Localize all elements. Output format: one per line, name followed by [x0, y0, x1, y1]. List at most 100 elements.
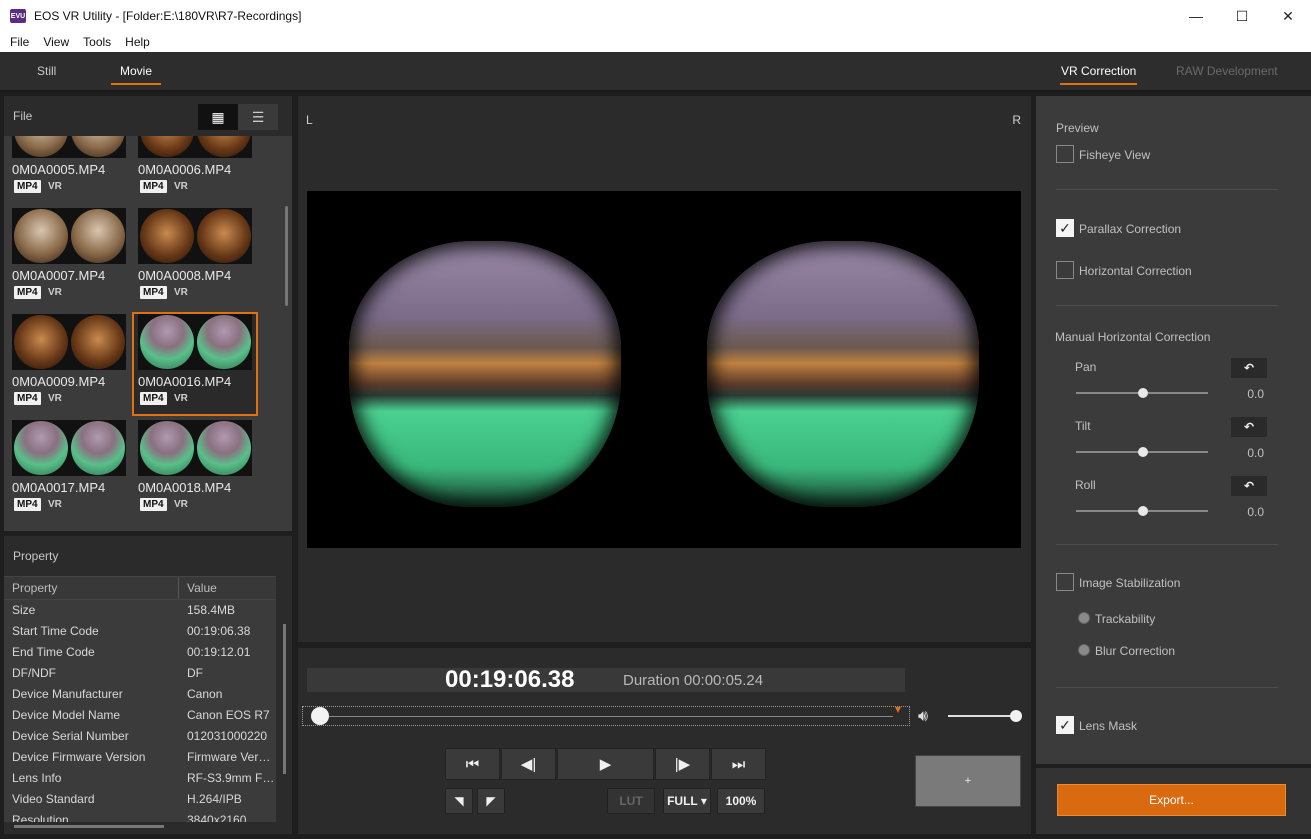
duration-label: Duration 00:00:05.24: [623, 672, 764, 689]
menu-view[interactable]: View: [36, 35, 76, 49]
column-header-value[interactable]: Value: [179, 577, 276, 599]
file-thumbnail[interactable]: 0M0A0008.MP4 MP4 VR: [134, 208, 256, 308]
blur-correction-radio: [1078, 644, 1090, 656]
file-name: 0M0A0007.MP4: [12, 268, 106, 283]
vr-icon: VR: [174, 393, 188, 404]
property-value: Firmware Versi...: [187, 750, 276, 764]
mp4-badge: MP4: [140, 286, 167, 299]
thumbnail-image: [138, 420, 252, 476]
roll-slider-handle[interactable]: [1138, 506, 1148, 516]
file-thumbnail[interactable]: 0M0A0017.MP4 MP4 VR: [8, 420, 130, 520]
vr-correction-panel: Preview Fisheye View ✓ Parallax Correcti…: [1036, 96, 1311, 764]
volume-track[interactable]: [948, 715, 1016, 717]
navigator-thumbnail[interactable]: +: [915, 755, 1021, 807]
table-row: Size 158.4MB: [4, 600, 276, 621]
tab-still[interactable]: Still: [37, 64, 56, 83]
volume-icon[interactable]: 🔊︎: [918, 708, 928, 726]
trackability-radio: [1078, 612, 1090, 624]
horizontal-correction-checkbox[interactable]: [1056, 261, 1074, 279]
zoom-button[interactable]: 100%: [717, 788, 765, 814]
list-view-button[interactable]: ☰: [238, 104, 278, 130]
roll-label: Roll: [1075, 478, 1096, 492]
file-thumbnail-selected[interactable]: 0M0A0016.MP4 MP4 VR: [132, 312, 258, 416]
file-name: 0M0A0018.MP4: [138, 480, 232, 495]
table-row: Device Serial Number 012031000220: [4, 726, 276, 747]
property-key: Size: [12, 603, 36, 617]
mp4-badge: MP4: [14, 180, 41, 193]
window-title: EOS VR Utility - [Folder:E:\180VR\R7-Rec…: [34, 9, 302, 23]
file-scrollbar[interactable]: [285, 206, 288, 306]
file-thumbnail[interactable]: 0M0A0018.MP4 MP4 VR: [134, 420, 256, 520]
divider: [1056, 189, 1278, 190]
mark-in-button[interactable]: ◥: [445, 788, 473, 814]
property-key: Start Time Code: [12, 624, 99, 638]
grid-view-button[interactable]: ▦: [198, 104, 238, 130]
grid-icon: ▦: [211, 108, 225, 125]
tilt-slider-handle[interactable]: [1138, 447, 1148, 457]
property-key: End Time Code: [12, 645, 95, 659]
property-horizontal-scrollbar[interactable]: [14, 825, 164, 828]
property-value: 012031000220: [187, 729, 268, 743]
go-to-end-button[interactable]: ⏭: [711, 748, 766, 780]
video-preview[interactable]: [307, 191, 1021, 548]
pan-slider-handle[interactable]: [1138, 388, 1148, 398]
previous-frame-button[interactable]: ◀|: [501, 748, 556, 780]
play-button[interactable]: ▶: [557, 748, 654, 780]
file-thumbnail[interactable]: 0M0A0009.MP4 MP4 VR: [8, 314, 130, 414]
thumbnail-image: [138, 136, 252, 158]
file-thumbnail[interactable]: 0M0A0006.MP4 MP4 VR: [134, 136, 256, 202]
mark-out-button[interactable]: ◤: [477, 788, 505, 814]
table-row: Video Standard H.264/IPB: [4, 789, 276, 810]
property-key: Device Firmware Version: [12, 750, 146, 764]
file-thumbnail[interactable]: 0M0A0007.MP4 MP4 VR: [8, 208, 130, 308]
maximize-button[interactable]: ☐: [1219, 0, 1265, 32]
left-eye-image: [349, 241, 621, 507]
file-name: 0M0A0009.MP4: [12, 374, 106, 389]
property-key: Device Manufacturer: [12, 687, 123, 701]
roll-value: 0.0: [1247, 505, 1264, 519]
column-header-property[interactable]: Property: [4, 577, 179, 599]
mode-bar: Still Movie VR Correction RAW Developmen…: [0, 52, 1311, 92]
menu-file[interactable]: File: [3, 35, 36, 49]
mp4-badge: MP4: [14, 498, 41, 511]
seek-bar[interactable]: [302, 706, 910, 726]
go-to-start-button[interactable]: ⏮: [445, 748, 500, 780]
divider: [1056, 687, 1278, 688]
property-value: 00:19:12.01: [187, 645, 251, 659]
property-key: Device Serial Number: [12, 729, 129, 743]
parallax-correction-checkbox[interactable]: ✓: [1056, 219, 1074, 237]
lens-mask-checkbox[interactable]: ✓: [1056, 716, 1074, 734]
table-row: Device Model Name Canon EOS R7: [4, 705, 276, 726]
tab-vr-correction[interactable]: VR Correction: [1060, 64, 1138, 85]
volume-handle[interactable]: [1010, 710, 1022, 722]
tab-movie[interactable]: Movie: [111, 64, 162, 85]
file-name: 0M0A0016.MP4: [138, 374, 232, 389]
pan-value: 0.0: [1247, 387, 1264, 401]
menu-help[interactable]: Help: [118, 35, 157, 49]
vr-icon: VR: [48, 181, 62, 192]
menu-tools[interactable]: Tools: [76, 35, 118, 49]
table-row: Device Manufacturer Canon: [4, 684, 276, 705]
property-value: DF: [187, 666, 203, 680]
roll-reset-button[interactable]: ↶: [1231, 476, 1267, 496]
next-frame-button[interactable]: |▶: [655, 748, 710, 780]
tab-raw-development: RAW Development: [1176, 64, 1278, 78]
lens-mask-label: Lens Mask: [1079, 719, 1138, 733]
file-thumbnail[interactable]: 0M0A0005.MP4 MP4 VR: [8, 136, 130, 202]
vr-icon: VR: [48, 499, 62, 510]
file-panel: File ▦ ☰ 0M0A0005.MP4 MP4 VR 0M0A0006.MP…: [4, 96, 292, 531]
thumbnail-image: [12, 208, 126, 264]
full-dropdown[interactable]: FULL ▾: [663, 788, 711, 814]
tilt-reset-button[interactable]: ↶: [1231, 417, 1267, 437]
pan-reset-button[interactable]: ↶: [1231, 358, 1267, 378]
fisheye-view-checkbox[interactable]: [1056, 145, 1074, 163]
seek-handle[interactable]: [311, 707, 329, 725]
close-button[interactable]: ✕: [1265, 0, 1311, 32]
minimize-button[interactable]: —: [1173, 0, 1219, 32]
image-stabilization-checkbox[interactable]: [1056, 573, 1074, 591]
export-button[interactable]: Export...: [1057, 784, 1286, 816]
property-scrollbar[interactable]: [283, 624, 286, 774]
divider: [1056, 305, 1278, 306]
list-icon: ☰: [251, 108, 265, 125]
menu-bar: File View Tools Help: [0, 32, 1311, 52]
